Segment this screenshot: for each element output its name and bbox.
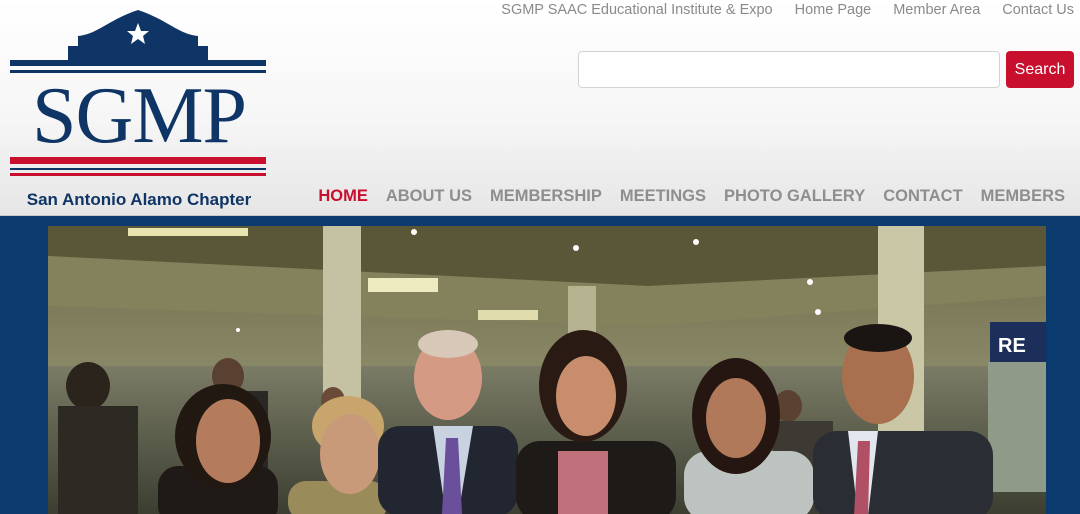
nav-home[interactable]: HOME <box>318 187 368 206</box>
booth-sign-text: RE <box>998 335 1026 357</box>
group-photo-image: RE <box>48 226 1046 514</box>
nav-members[interactable]: MEMBERS <box>981 187 1065 206</box>
main-nav: HOME ABOUT US MEMBERSHIP MEETINGS PHOTO … <box>318 187 1065 206</box>
nav-meetings[interactable]: MEETINGS <box>620 187 706 206</box>
hero-photo: RE <box>48 226 1046 514</box>
top-link-member-area[interactable]: Member Area <box>893 2 980 22</box>
top-links: SGMP SAAC Educational Institute & Expo H… <box>501 2 1074 22</box>
search-input[interactable] <box>578 51 1000 88</box>
logo-letters: SGMP <box>32 72 247 160</box>
nav-about-us[interactable]: ABOUT US <box>386 187 472 206</box>
sgmp-logo[interactable]: SGMP San Antonio Alamo Chapter <box>8 10 270 209</box>
top-link-expo[interactable]: SGMP SAAC Educational Institute & Expo <box>501 2 772 22</box>
nav-contact[interactable]: CONTACT <box>883 187 962 206</box>
nav-membership[interactable]: MEMBERSHIP <box>490 187 602 206</box>
search-button[interactable]: Search <box>1006 51 1074 88</box>
site-header: SGMP San Antonio Alamo Chapter SGMP SAAC… <box>0 0 1080 216</box>
top-link-home[interactable]: Home Page <box>795 2 872 22</box>
logo-subtitle: San Antonio Alamo Chapter <box>26 190 252 209</box>
top-link-contact-us[interactable]: Contact Us <box>1002 2 1074 22</box>
nav-photo-gallery[interactable]: PHOTO GALLERY <box>724 187 865 206</box>
